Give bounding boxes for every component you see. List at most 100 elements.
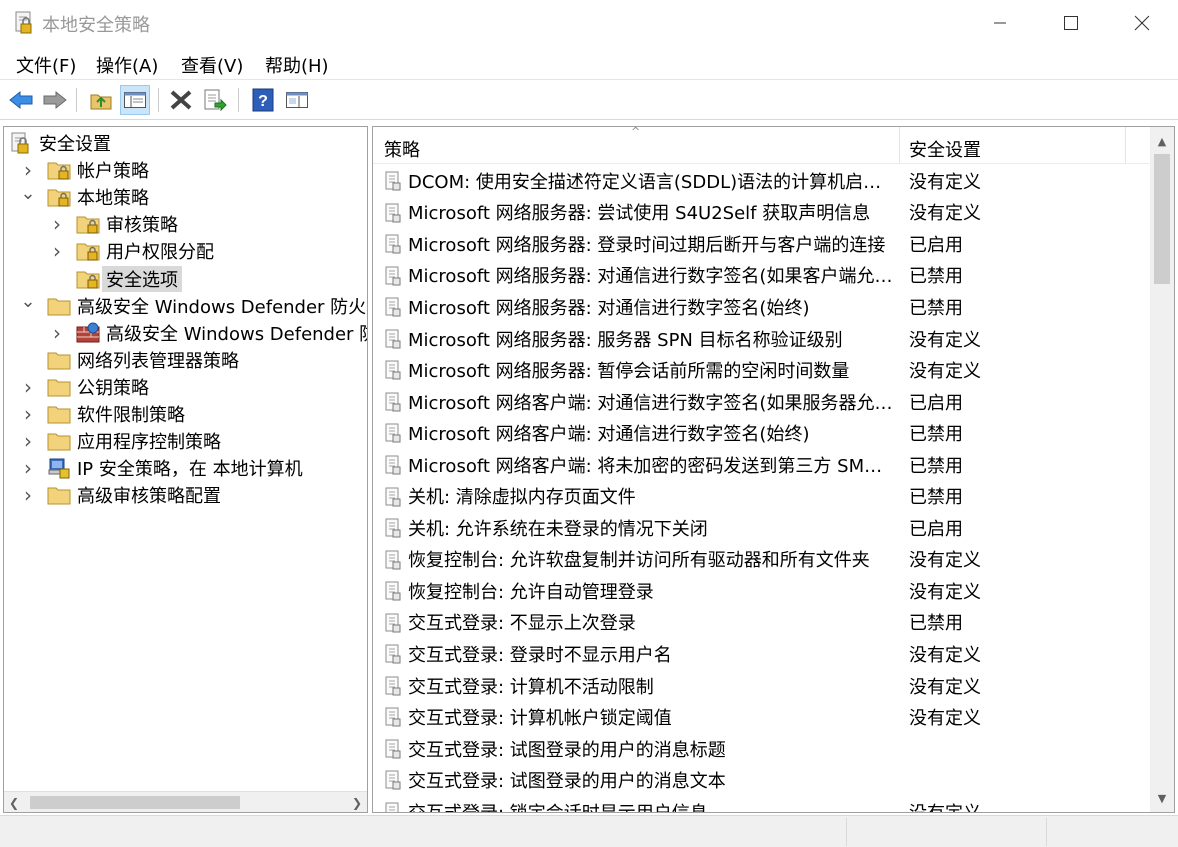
tree-item[interactable]: › 高级安全 Windows Defender 防火墙 - 本地组策略对象 xyxy=(48,320,367,346)
tree-scroll-thumb[interactable] xyxy=(30,796,240,809)
help-button[interactable]: ? xyxy=(248,85,278,115)
chevron-right-icon[interactable]: › xyxy=(48,211,66,237)
forward-button[interactable] xyxy=(40,85,70,115)
policy-row[interactable]: 交互式登录: 锁定会话时显示用户信息 没有定义 xyxy=(373,796,1150,812)
chevron-right-icon[interactable]: › xyxy=(48,320,66,346)
tree-item[interactable]: ⌄ 高级安全 Windows Defender 防火墙 xyxy=(19,291,368,319)
column-divider[interactable] xyxy=(1125,127,1126,164)
tree-item[interactable]: ⌄ 本地策略 xyxy=(19,183,149,210)
policy-item-icon xyxy=(385,518,401,538)
policy-name: Microsoft 网络客户端: 将未加密的密码发送到第三方 SMB ... xyxy=(408,455,893,477)
tree-item[interactable]: › 高级审核策略配置 xyxy=(19,482,221,508)
policy-row[interactable]: 交互式登录: 计算机不活动限制 没有定义 xyxy=(373,670,1150,702)
scroll-right-arrow-icon[interactable]: ❯ xyxy=(347,792,367,812)
show-hide-tree-button[interactable] xyxy=(120,85,150,115)
chevron-right-icon[interactable]: › xyxy=(19,157,37,183)
maximize-button[interactable] xyxy=(1036,0,1106,46)
minimize-button[interactable] xyxy=(965,0,1035,46)
policy-name: Microsoft 网络客户端: 对通信进行数字签名(如果服务器允许) xyxy=(408,392,893,414)
menu-action[interactable]: 操作(A) xyxy=(96,52,158,78)
tree-item[interactable]: 安全设置 xyxy=(9,130,111,156)
chevron-down-icon[interactable]: ⌄ xyxy=(19,180,37,206)
policy-name: 交互式登录: 试图登录的用户的消息文本 xyxy=(408,771,726,793)
tree-item[interactable]: 网络列表管理器策略 xyxy=(19,347,239,373)
tree-item[interactable]: › IP 安全策略，在 本地计算机 xyxy=(19,455,303,481)
menu-view[interactable]: 查看(V) xyxy=(181,52,243,78)
tree-item[interactable]: 安全选项 xyxy=(48,265,182,292)
back-button[interactable] xyxy=(6,85,36,115)
tree-item-label: 网络列表管理器策略 xyxy=(77,350,239,372)
back-arrow-icon xyxy=(9,90,33,110)
chevron-right-icon[interactable]: › xyxy=(19,428,37,454)
tree-item[interactable]: › 审核策略 xyxy=(48,211,178,237)
svg-text:?: ? xyxy=(258,93,268,110)
tree-item-label: 高级安全 Windows Defender 防火墙 xyxy=(77,296,368,318)
policy-item-icon xyxy=(385,613,401,633)
policy-row[interactable]: Microsoft 网络客户端: 对通信进行数字签名(始终) 已禁用 xyxy=(373,417,1150,449)
policy-app-icon xyxy=(15,11,32,34)
delete-button[interactable] xyxy=(166,85,196,115)
policy-row[interactable]: 关机: 允许系统在未登录的情况下关闭 已启用 xyxy=(373,512,1150,544)
policy-row[interactable]: 恢复控制台: 允许自动管理登录 没有定义 xyxy=(373,575,1150,607)
policy-item-icon xyxy=(385,234,401,254)
policy-row[interactable]: Microsoft 网络服务器: 对通信进行数字签名(始终) 已禁用 xyxy=(373,291,1150,323)
policy-row[interactable]: 交互式登录: 试图登录的用户的消息标题 xyxy=(373,733,1150,765)
policy-row[interactable]: 交互式登录: 登录时不显示用户名 没有定义 xyxy=(373,638,1150,670)
export-list-button[interactable] xyxy=(200,85,230,115)
properties-button[interactable] xyxy=(282,85,312,115)
chevron-right-icon[interactable]: › xyxy=(19,482,37,508)
column-header-policy[interactable]: 策略 xyxy=(384,136,420,162)
chevron-right-icon[interactable]: › xyxy=(19,401,37,427)
policy-row[interactable]: Microsoft 网络客户端: 将未加密的密码发送到第三方 SMB ... 已禁… xyxy=(373,449,1150,481)
menu-help[interactable]: 帮助(H) xyxy=(265,52,329,78)
policy-item-icon xyxy=(385,770,401,790)
policy-row[interactable]: 交互式登录: 试图登录的用户的消息文本 xyxy=(373,764,1150,796)
policy-row[interactable]: Microsoft 网络服务器: 登录时间过期后断开与客户端的连接 已启用 xyxy=(373,228,1150,260)
export-list-icon xyxy=(204,89,227,112)
policy-row[interactable]: Microsoft 网络客户端: 对通信进行数字签名(如果服务器允许) 已启用 xyxy=(373,386,1150,418)
policy-row[interactable]: Microsoft 网络服务器: 暂停会话前所需的空闲时间数量 没有定义 xyxy=(373,354,1150,386)
policy-setting-value: 没有定义 xyxy=(909,581,981,603)
tree-item[interactable]: › 应用程序控制策略 xyxy=(19,428,221,454)
show-hide-tree-icon xyxy=(124,92,146,108)
policy-setting-value: 没有定义 xyxy=(909,171,981,193)
tree-item[interactable]: › 帐户策略 xyxy=(19,157,149,183)
policy-row[interactable]: Microsoft 网络服务器: 服务器 SPN 目标名称验证级别 没有定义 xyxy=(373,323,1150,355)
list-scroll-thumb[interactable] xyxy=(1154,154,1170,284)
scroll-left-arrow-icon[interactable]: ❮ xyxy=(4,792,24,812)
tree-item[interactable]: › 用户权限分配 xyxy=(48,238,214,264)
chevron-right-icon[interactable]: › xyxy=(19,374,37,400)
policy-row[interactable]: 恢复控制台: 允许软盘复制并访问所有驱动器和所有文件夹 没有定义 xyxy=(373,544,1150,576)
tree-item-icon xyxy=(9,132,33,154)
column-header-setting[interactable]: 安全设置 xyxy=(909,136,981,162)
policy-name: 恢复控制台: 允许自动管理登录 xyxy=(408,581,654,603)
policy-item-icon xyxy=(385,487,401,506)
policy-row[interactable]: Microsoft 网络服务器: 尝试使用 S4U2Self 获取声明信息 没有定… xyxy=(373,197,1150,229)
close-button[interactable] xyxy=(1107,0,1177,46)
tree-item[interactable]: › 软件限制策略 xyxy=(19,401,185,427)
scroll-up-arrow-icon[interactable]: ▲ xyxy=(1150,131,1174,151)
chevron-down-icon[interactable]: ⌄ xyxy=(19,289,37,315)
list-vertical-scrollbar[interactable]: ▲ ▼ xyxy=(1150,127,1174,812)
tree-horizontal-scrollbar[interactable]: ❮ ❯ xyxy=(4,791,367,812)
tree-item-label: 公钥策略 xyxy=(77,377,149,399)
tree-item[interactable]: › 公钥策略 xyxy=(19,374,149,400)
folder-icon xyxy=(47,406,71,424)
scroll-down-arrow-icon[interactable]: ▼ xyxy=(1150,788,1174,808)
policy-row[interactable]: DCOM: 使用安全描述符定义语言(SDDL)语法的计算机启动... 没有定义 xyxy=(373,165,1150,197)
policy-row[interactable]: 关机: 清除虚拟内存页面文件 已禁用 xyxy=(373,481,1150,513)
policy-row[interactable]: 交互式登录: 计算机帐户锁定阈值 没有定义 xyxy=(373,701,1150,733)
chevron-right-icon[interactable]: › xyxy=(19,455,37,481)
policy-row[interactable]: Microsoft 网络服务器: 对通信进行数字签名(如果客户端允许) 已禁用 xyxy=(373,260,1150,292)
locked-folder-icon xyxy=(76,243,100,261)
column-divider[interactable] xyxy=(899,127,900,164)
tree-item-label: IP 安全策略，在 本地计算机 xyxy=(77,459,303,481)
policy-row[interactable]: 交互式登录: 不显示上次登录 已禁用 xyxy=(373,607,1150,639)
policy-name: Microsoft 网络服务器: 服务器 SPN 目标名称验证级别 xyxy=(408,329,843,351)
menu-file[interactable]: 文件(F) xyxy=(16,52,76,78)
chevron-right-icon[interactable]: › xyxy=(48,238,66,264)
locked-folder-icon xyxy=(47,189,71,207)
policy-setting-value: 没有定义 xyxy=(909,203,981,225)
up-one-level-button[interactable] xyxy=(86,85,116,115)
